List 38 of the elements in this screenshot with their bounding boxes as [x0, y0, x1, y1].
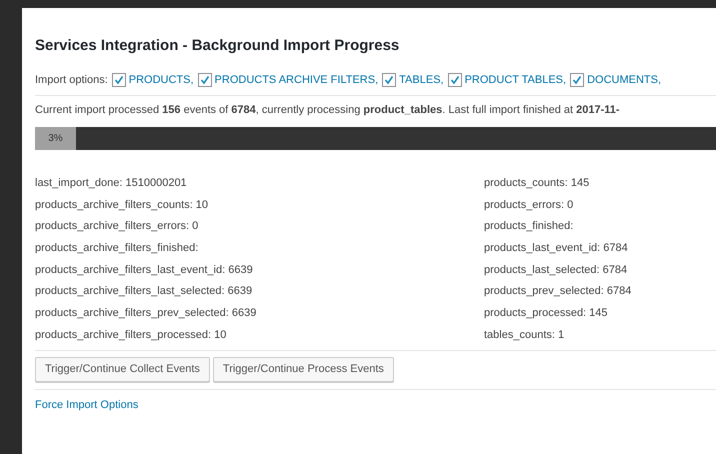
checkbox[interactable] [198, 73, 212, 87]
option-link[interactable]: TABLES, [399, 72, 444, 88]
import-options-label: Import options: [35, 72, 108, 88]
trigger-button[interactable]: Trigger/Continue Process Events [212, 356, 394, 382]
stat-line: products_archive_filters_processed: 10 [35, 328, 228, 343]
page-title: Services Integration - Background Import Progress [35, 37, 400, 55]
option-link[interactable]: PRODUCT TABLES, [464, 72, 566, 88]
checkbox[interactable] [448, 73, 462, 87]
trigger-button[interactable]: Trigger/Continue Collect Events [35, 356, 210, 382]
stat-line: products_last_selected: 6784 [484, 262, 628, 278]
stat-line: products_errors: 0 [484, 198, 574, 213]
stat-line: products_finished: [484, 219, 574, 234]
force-import-link[interactable]: Force Import Options [35, 398, 138, 410]
stat-line: products_counts: 145 [484, 176, 590, 191]
stat-line: products_prev_selected: 6784 [484, 284, 632, 300]
stat-line: products_archive_filters_finished: [35, 241, 200, 256]
checkbox[interactable] [570, 73, 584, 87]
checkmark-icon [114, 75, 124, 85]
option-link[interactable]: DOCUMENTS, [587, 72, 662, 88]
stat-line: products_archive_filters_last_selected: 6639 [35, 284, 254, 300]
progress-fill: 3% [35, 127, 76, 150]
checkmark-icon [384, 75, 394, 85]
stat-line: products_last_event_id: 6784 [484, 241, 629, 256]
option-link[interactable]: PRODUCTS, [128, 72, 194, 88]
stat-line: products_archive_filters_counts: 10 [35, 198, 210, 213]
option-link[interactable]: PRODUCTS ARCHIVE FILTERS, [214, 72, 378, 88]
stat-line: products_processed: 145 [484, 306, 609, 322]
checkbox[interactable] [382, 73, 396, 87]
checkbox[interactable] [112, 73, 126, 87]
stat-line: products_archive_filters_prev_selected: 6639 [35, 306, 258, 322]
checkmark-icon [200, 75, 210, 85]
status-text: Current import processed 156 events of 6784, currently processing product_tables. Last full import finished at 2017-11- [35, 103, 621, 117]
checkmark-icon [450, 75, 460, 85]
stat-line: products_archive_filters_errors: 0 [35, 219, 200, 234]
stat-line: products_archive_filters_last_event_id: 6639 [35, 262, 254, 278]
stat-line: last_import_done: 1510000201 [35, 176, 188, 191]
stat-line: tables_counts: 1 [484, 328, 566, 343]
checkmark-icon [572, 75, 582, 85]
